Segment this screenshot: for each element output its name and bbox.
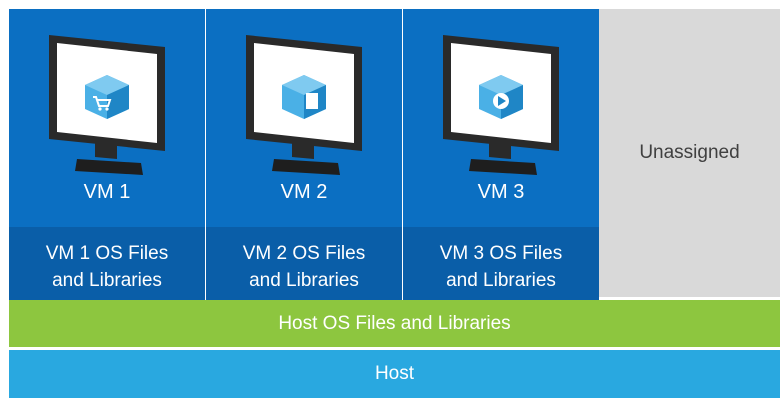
vm-os-files-label-3: VM 3 OS Files and Libraries [439,243,563,291]
vm-column-3: VM 3 VM 3 OS Files and Libraries [403,9,599,307]
host-os-layer: Host OS Files and Libraries [9,300,780,347]
unassigned-block: Unassigned [599,9,780,297]
vm-label-3: VM 3 [477,181,525,203]
monitor-icon [49,35,165,175]
vm-architecture-diagram: VM 1 VM 1 OS Files and Libraries VM 2 VM… [0,0,780,398]
vm-block-2: VM 2 [206,9,402,227]
vm-os-files-2: VM 2 OS Files and Libraries [206,227,402,307]
host-label: Host [374,363,415,384]
vm-os-files-3: VM 3 OS Files and Libraries [403,227,599,307]
vm-block-1: VM 1 [9,9,205,227]
unassigned-label: Unassigned [639,142,740,163]
vm-os-files-1: VM 1 OS Files and Libraries [9,227,205,307]
vm-label-2: VM 2 [280,181,328,203]
monitor-icon [443,35,559,175]
vm-column-1: VM 1 VM 1 OS Files and Libraries [9,9,205,307]
vm-column-2: VM 2 VM 2 OS Files and Libraries [206,9,402,307]
monitor-icon [246,35,362,175]
vm-block-3: VM 3 [403,9,599,227]
vm-label-1: VM 1 [83,181,131,203]
host-os-label: Host OS Files and Libraries [278,312,511,334]
vm-os-files-label-1: VM 1 OS Files and Libraries [45,243,169,291]
host-layer: Host [9,350,780,398]
vm-os-files-label-2: VM 2 OS Files and Libraries [242,243,366,291]
